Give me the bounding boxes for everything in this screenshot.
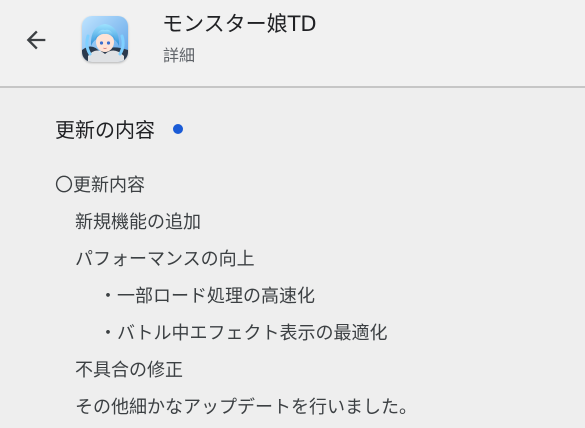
app-bar: モンスター娘TD 詳細 [0, 0, 585, 88]
release-note-item: 新規機能の追加 [75, 212, 201, 233]
whats-new-heading: 更新の内容 [55, 115, 183, 145]
release-note-item: パフォーマンスの向上 [75, 249, 255, 270]
app-title: モンスター娘TD [162, 12, 317, 36]
release-note-subitem: ・バトル中エフェクト表示の最適化 [99, 323, 388, 344]
arrow-left-icon [26, 30, 46, 50]
back-button[interactable] [14, 20, 58, 60]
new-indicator-dot [173, 124, 183, 134]
release-notes: 〇更新内容 新規機能の追加 パフォーマンスの向上 ・一部ロード処理の高速化 ・バ… [55, 167, 575, 426]
release-note-heading: 〇更新内容 [55, 175, 145, 196]
release-note-item: その他細かなアップデートを行いました。 [75, 397, 417, 418]
page-subtitle: 詳細 [163, 46, 196, 65]
section-title: 更新の内容 [55, 118, 155, 142]
release-note-subitem: ・一部ロード処理の高速化 [99, 286, 315, 307]
release-note-item: 不具合の修正 [75, 360, 183, 381]
details-page: モンスター娘TD 詳細 更新の内容 〇更新内容 新規機能の追加 パフォーマンスの… [0, 0, 585, 428]
app-icon [82, 16, 128, 62]
